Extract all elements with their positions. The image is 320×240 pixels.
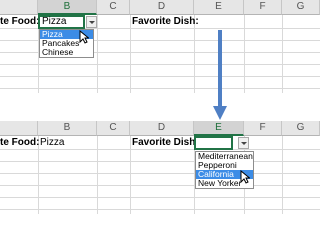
favorite-dish-label: Favorite Dish: xyxy=(132,16,199,27)
food-dropdown-button[interactable] xyxy=(86,16,97,28)
gridline xyxy=(0,149,320,150)
gridline xyxy=(0,197,320,198)
column-header-f[interactable]: F xyxy=(244,121,282,136)
favorite-food-label: te Food: xyxy=(0,137,40,148)
gridline xyxy=(0,64,320,65)
column-header-d[interactable]: D xyxy=(130,121,194,136)
column-header-c[interactable]: C xyxy=(97,0,130,15)
favorite-food-label: te Food: xyxy=(0,16,40,27)
gridline xyxy=(0,209,320,210)
gridline xyxy=(0,76,320,77)
column-header-a-partial[interactable] xyxy=(0,121,38,136)
gridline xyxy=(244,15,245,93)
food-option-chinese[interactable]: Chinese xyxy=(40,48,93,57)
mouse-pointer-icon xyxy=(240,170,250,184)
column-header-e[interactable]: E xyxy=(194,0,244,15)
column-header-a-partial[interactable] xyxy=(0,0,38,15)
column-header-e[interactable]: E xyxy=(194,121,244,136)
column-header-g[interactable]: G xyxy=(282,121,320,136)
gridline xyxy=(282,15,283,93)
food-cell-value: Pizza xyxy=(42,16,67,27)
column-header-b[interactable]: B xyxy=(38,0,97,15)
food-cell-value[interactable]: Pizza xyxy=(40,136,64,149)
gridline xyxy=(0,161,320,162)
gridline xyxy=(130,136,131,214)
dish-cell[interactable] xyxy=(194,136,233,150)
top-worksheet: B C D E F G te Food: Pizza Favorite Dish… xyxy=(0,0,320,93)
column-header-c[interactable]: C xyxy=(97,121,130,136)
column-header-f[interactable]: F xyxy=(244,0,282,15)
gridline xyxy=(97,15,98,93)
gridline xyxy=(130,15,131,93)
bottom-worksheet: B C D E F G te Food: Pizza Favorite Dish… xyxy=(0,121,320,214)
gridline xyxy=(0,185,320,186)
column-header-b[interactable]: B xyxy=(38,121,97,136)
column-header-g[interactable]: G xyxy=(282,0,320,15)
column-header-d[interactable]: D xyxy=(130,0,194,15)
food-cell[interactable]: Pizza xyxy=(38,15,85,29)
gridline xyxy=(0,88,320,89)
gridline xyxy=(282,136,283,214)
down-arrow-icon xyxy=(213,30,227,120)
gridline xyxy=(97,136,98,214)
favorite-dish-label: Favorite Dish: xyxy=(132,137,199,148)
dish-dropdown-button[interactable] xyxy=(238,137,249,149)
gridline xyxy=(0,173,320,174)
mouse-pointer-icon xyxy=(79,30,89,44)
